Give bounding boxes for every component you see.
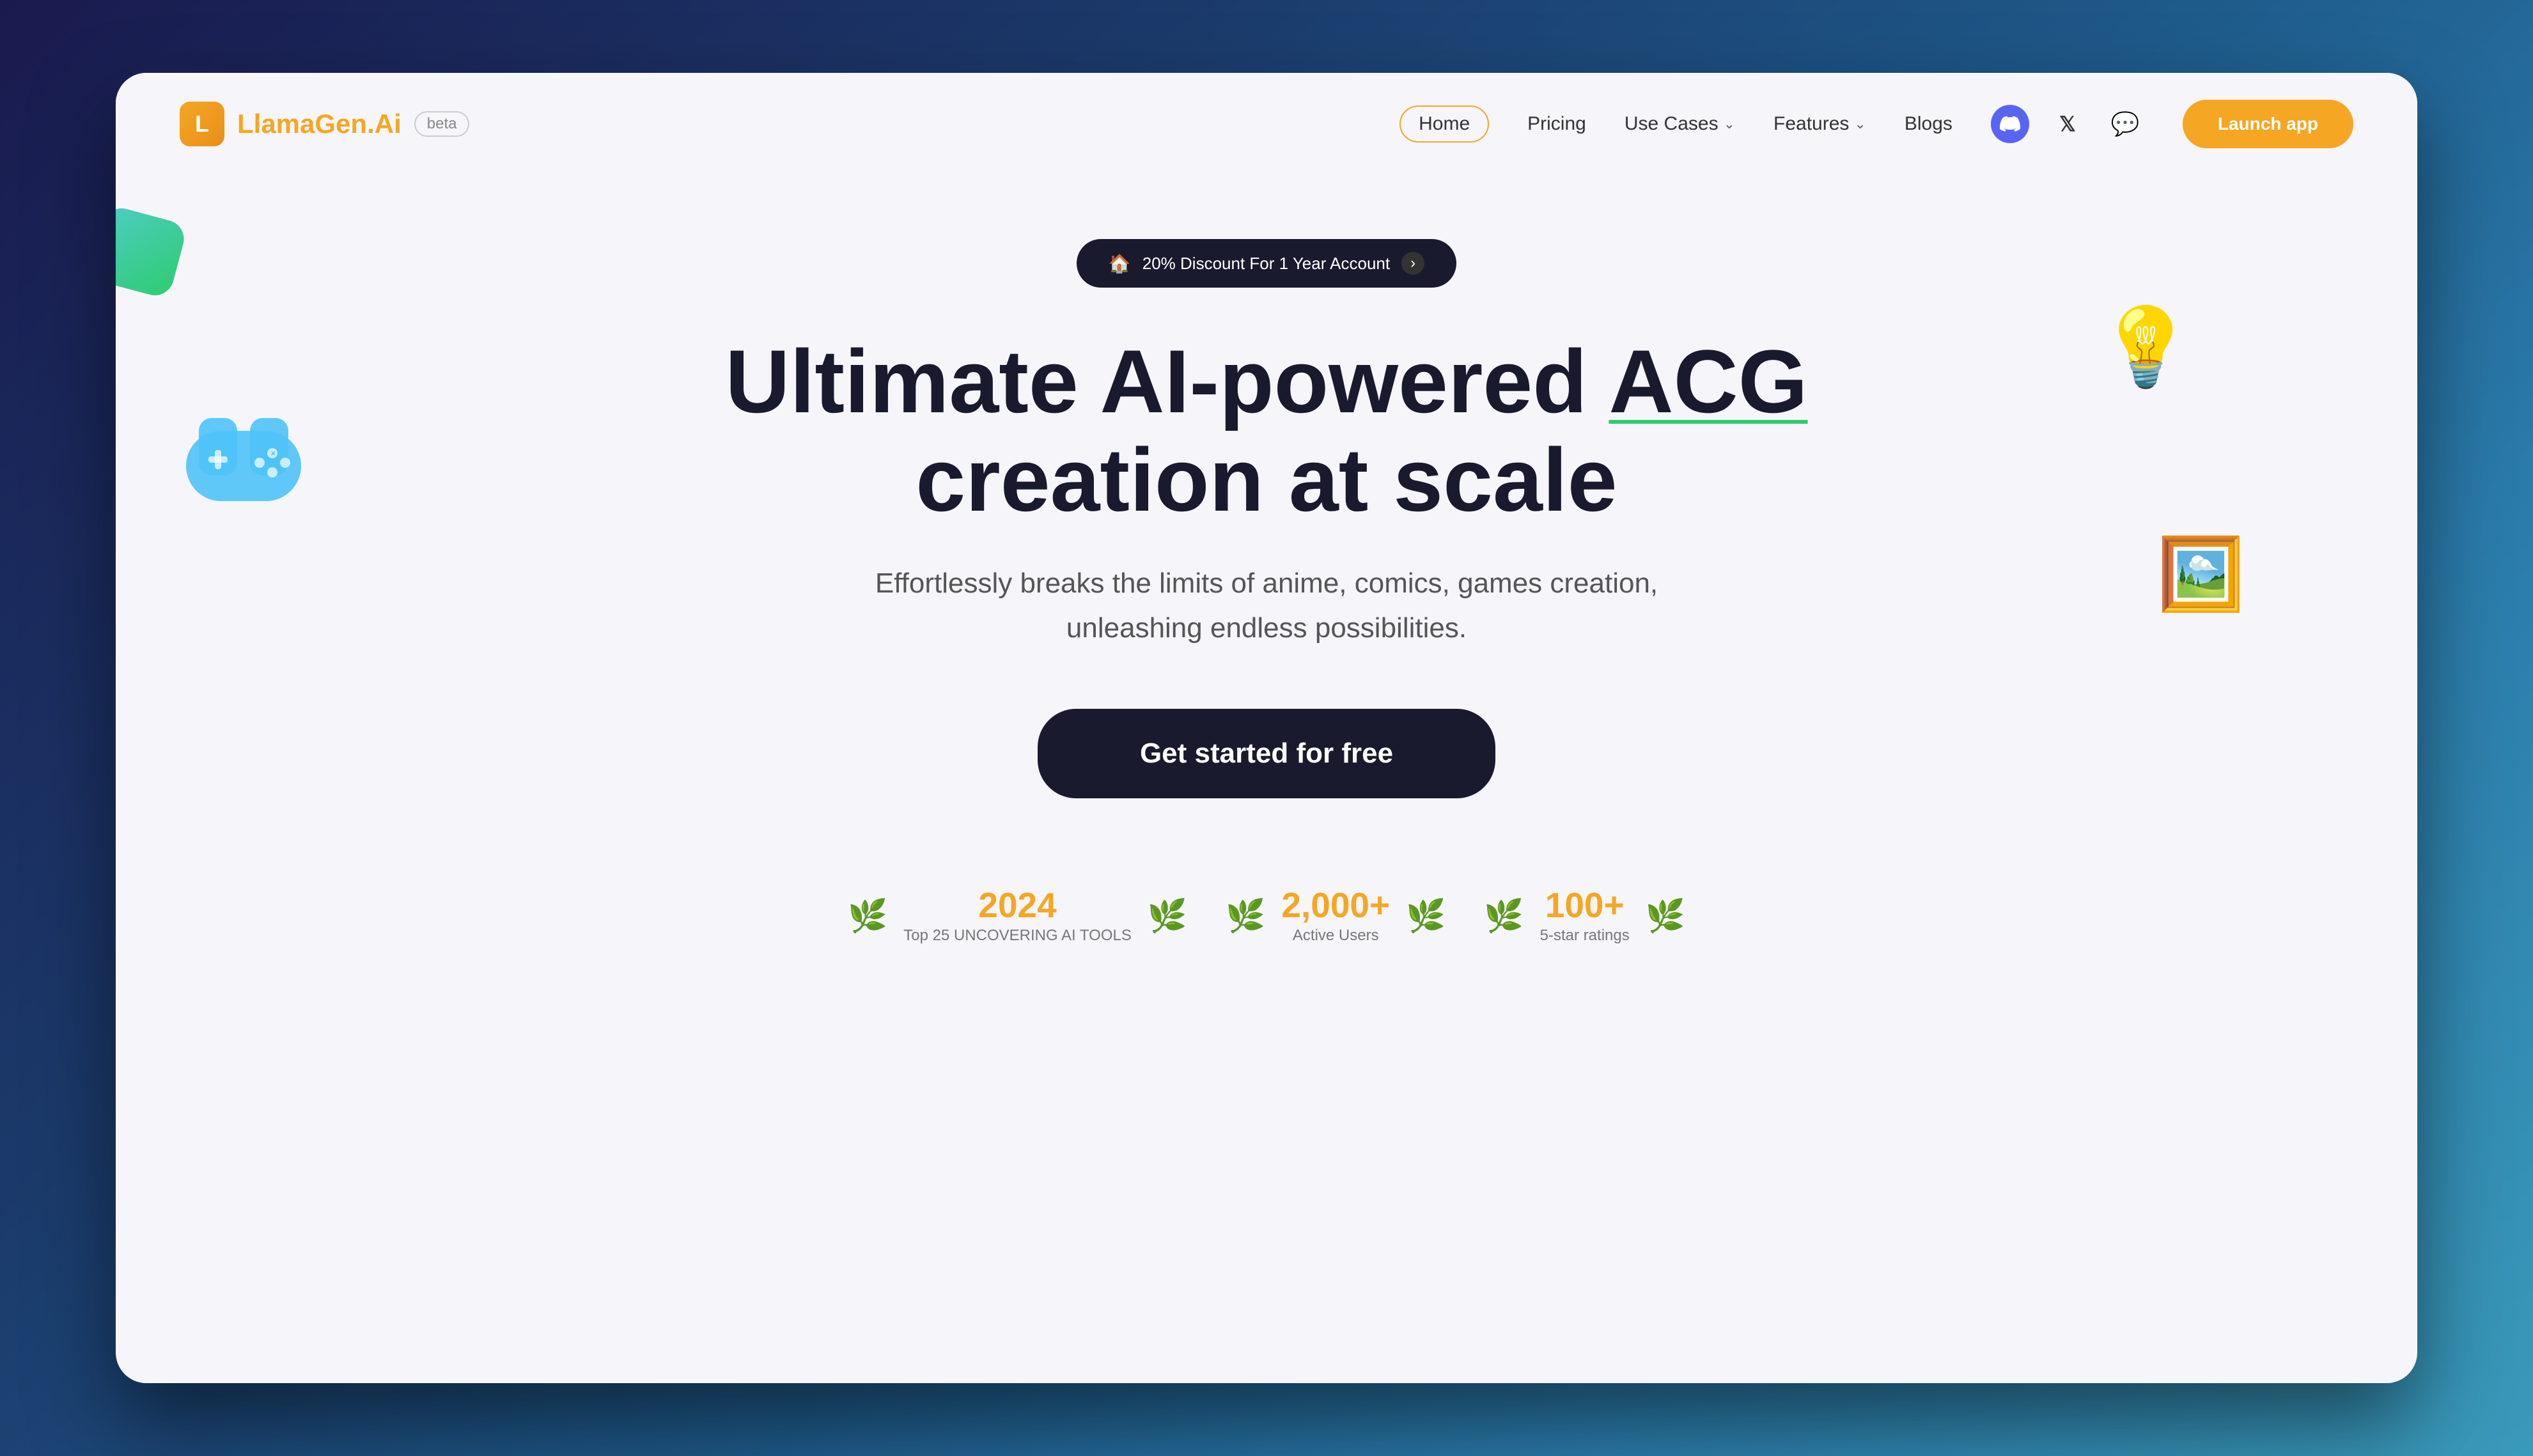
chat-icon-button[interactable]: 💬: [2106, 105, 2144, 143]
stat-2-content: 2,000+ Active Users: [1281, 888, 1390, 945]
laurel-right-icon: 🌿: [1148, 897, 1187, 935]
nav-features[interactable]: Features ⌄: [1773, 113, 1866, 135]
x-twitter-icon-button[interactable]: 𝕏: [2048, 105, 2087, 143]
headline-part2: creation at scale: [916, 430, 1617, 530]
launch-app-button[interactable]: Launch app: [2183, 100, 2353, 148]
discount-text: 20% Discount For 1 Year Account: [1142, 254, 1390, 274]
headline-part1: Ultimate AI-powered: [725, 331, 1587, 431]
logo-icon: L: [180, 102, 224, 146]
decoration-lightbulb: 💡: [2098, 303, 2194, 392]
stat-group-1: 🌿 2024 Top 25 UNCOVERING AI TOOLS 🌿: [848, 888, 1187, 945]
nav-blogs[interactable]: Blogs: [1905, 113, 1952, 135]
decoration-photo-card: 🖼️: [2157, 533, 2245, 616]
headline-acg: ACG: [1609, 331, 1807, 431]
beta-badge: beta: [414, 111, 470, 137]
discount-banner[interactable]: 🏠 20% Discount For 1 Year Account ›: [1077, 239, 1456, 288]
main-headline: Ultimate AI-powered ACG creation at scal…: [725, 332, 1807, 529]
browser-window: ✕ L LlamaGen.Ai beta Home Pricing Use Ca…: [116, 73, 2417, 1383]
discord-icon-button[interactable]: [1991, 105, 2029, 143]
decoration-controller: ✕: [180, 405, 308, 520]
stat-group-2: 🌿 2,000+ Active Users 🌿: [1226, 888, 1446, 945]
svg-text:✕: ✕: [270, 451, 276, 458]
logo-brand-second: .Ai: [367, 109, 401, 139]
nav-use-cases-label: Use Cases: [1625, 113, 1719, 135]
nav-links: Home Pricing Use Cases ⌄ Features ⌄ Blog…: [1399, 100, 2353, 148]
hero-section: 💡 🖼️ 🏠 20% Discount For 1 Year Account ›…: [116, 175, 2417, 945]
nav-features-label: Features: [1773, 113, 1849, 135]
laurel-left-icon-2: 🌿: [1226, 897, 1265, 935]
chevron-down-icon: ⌄: [1724, 116, 1735, 132]
chevron-down-icon: ⌄: [1854, 116, 1866, 132]
stat-1-content: 2024 Top 25 UNCOVERING AI TOOLS: [903, 888, 1132, 945]
laurel-right-icon-3: 🌿: [1646, 897, 1685, 935]
logo-area: L LlamaGen.Ai beta: [180, 102, 469, 146]
stat-1-number: 2024: [903, 888, 1132, 923]
logo-brand-first: LlamaGen: [237, 109, 367, 139]
stat-3-content: 100+ 5-star ratings: [1540, 888, 1630, 945]
stat-1-label: Top 25 UNCOVERING AI TOOLS: [903, 927, 1132, 945]
nav-icons: 𝕏 💬: [1991, 105, 2144, 143]
nav-home[interactable]: Home: [1399, 105, 1489, 143]
subheadline: Effortlessly breaks the limits of anime,…: [875, 561, 1658, 651]
navbar: L LlamaGen.Ai beta Home Pricing Use Case…: [116, 73, 2417, 175]
stats-section: 🌿 2024 Top 25 UNCOVERING AI TOOLS 🌿 🌿 2,…: [848, 888, 1685, 945]
get-started-button[interactable]: Get started for free: [1038, 709, 1495, 798]
stat-2-number: 2,000+: [1281, 888, 1390, 923]
stat-2-label: Active Users: [1281, 927, 1390, 945]
nav-pricing[interactable]: Pricing: [1527, 113, 1586, 135]
stat-3-number: 100+: [1540, 888, 1630, 923]
laurel-left-icon: 🌿: [848, 897, 887, 935]
stat-3-label: 5-star ratings: [1540, 927, 1630, 945]
nav-use-cases[interactable]: Use Cases ⌄: [1625, 113, 1735, 135]
logo-text: LlamaGen.Ai: [237, 109, 401, 139]
house-icon: 🏠: [1109, 253, 1131, 274]
arrow-right-icon: ›: [1401, 252, 1424, 275]
laurel-left-icon-3: 🌿: [1484, 897, 1524, 935]
stat-group-3: 🌿 100+ 5-star ratings 🌿: [1484, 888, 1685, 945]
laurel-right-icon-2: 🌿: [1406, 897, 1446, 935]
